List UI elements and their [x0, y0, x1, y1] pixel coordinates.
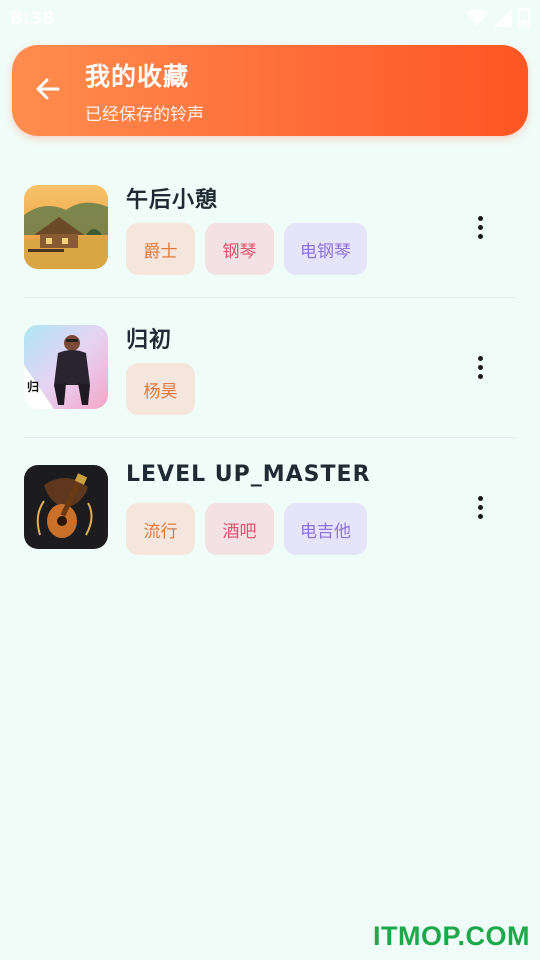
tag-list: 杨昊 [126, 363, 195, 415]
page-title: 我的收藏 [85, 62, 190, 91]
list-item[interactable]: LEVEL UP_MASTER 流行 酒吧 电吉他 [0, 438, 540, 578]
tag-list: 爵士 钢琴 电钢琴 [126, 223, 367, 275]
tag: 爵士 [126, 223, 195, 275]
signal-icon [494, 9, 512, 27]
cover-image [24, 465, 108, 549]
back-button[interactable] [30, 73, 66, 109]
cover-image [24, 185, 108, 269]
more-button[interactable] [468, 352, 492, 382]
arrow-left-icon [34, 75, 62, 107]
more-vertical-icon [477, 495, 483, 501]
more-vertical-icon [477, 355, 483, 361]
more-button[interactable] [468, 492, 492, 522]
status-time: 8:38 [10, 7, 55, 29]
watermark: ITMOP.COM [372, 921, 530, 951]
more-vertical-icon [477, 215, 483, 221]
tag-list: 流行 酒吧 电吉他 [126, 503, 367, 555]
tag: 钢琴 [205, 223, 274, 275]
tag: 电吉他 [284, 503, 367, 555]
wifi-icon [466, 9, 488, 27]
tag: 电钢琴 [284, 223, 367, 275]
list-item[interactable]: 午后小憩 爵士 钢琴 电钢琴 [0, 158, 540, 298]
list-item[interactable]: 归 归初 杨昊 [0, 298, 540, 438]
favorites-list: 午后小憩 爵士 钢琴 电钢琴 归 归初 杨昊 LEVEL UP_MASTER 流… [0, 158, 540, 578]
page-subtitle: 已经保存的铃声 [85, 105, 204, 125]
battery-icon [518, 8, 530, 28]
tag: 杨昊 [126, 363, 195, 415]
song-title: 午后小憩 [126, 188, 219, 213]
status-icons [466, 8, 530, 28]
svg-text:归: 归 [27, 379, 39, 394]
song-title: LEVEL UP_MASTER [126, 462, 371, 487]
more-button[interactable] [468, 212, 492, 242]
header-banner: 我的收藏 已经保存的铃声 [12, 45, 528, 136]
tag: 酒吧 [205, 503, 274, 555]
tag: 流行 [126, 503, 195, 555]
status-bar: 8:38 [0, 0, 540, 36]
cover-image: 归 [24, 325, 108, 409]
song-title: 归初 [126, 328, 173, 353]
